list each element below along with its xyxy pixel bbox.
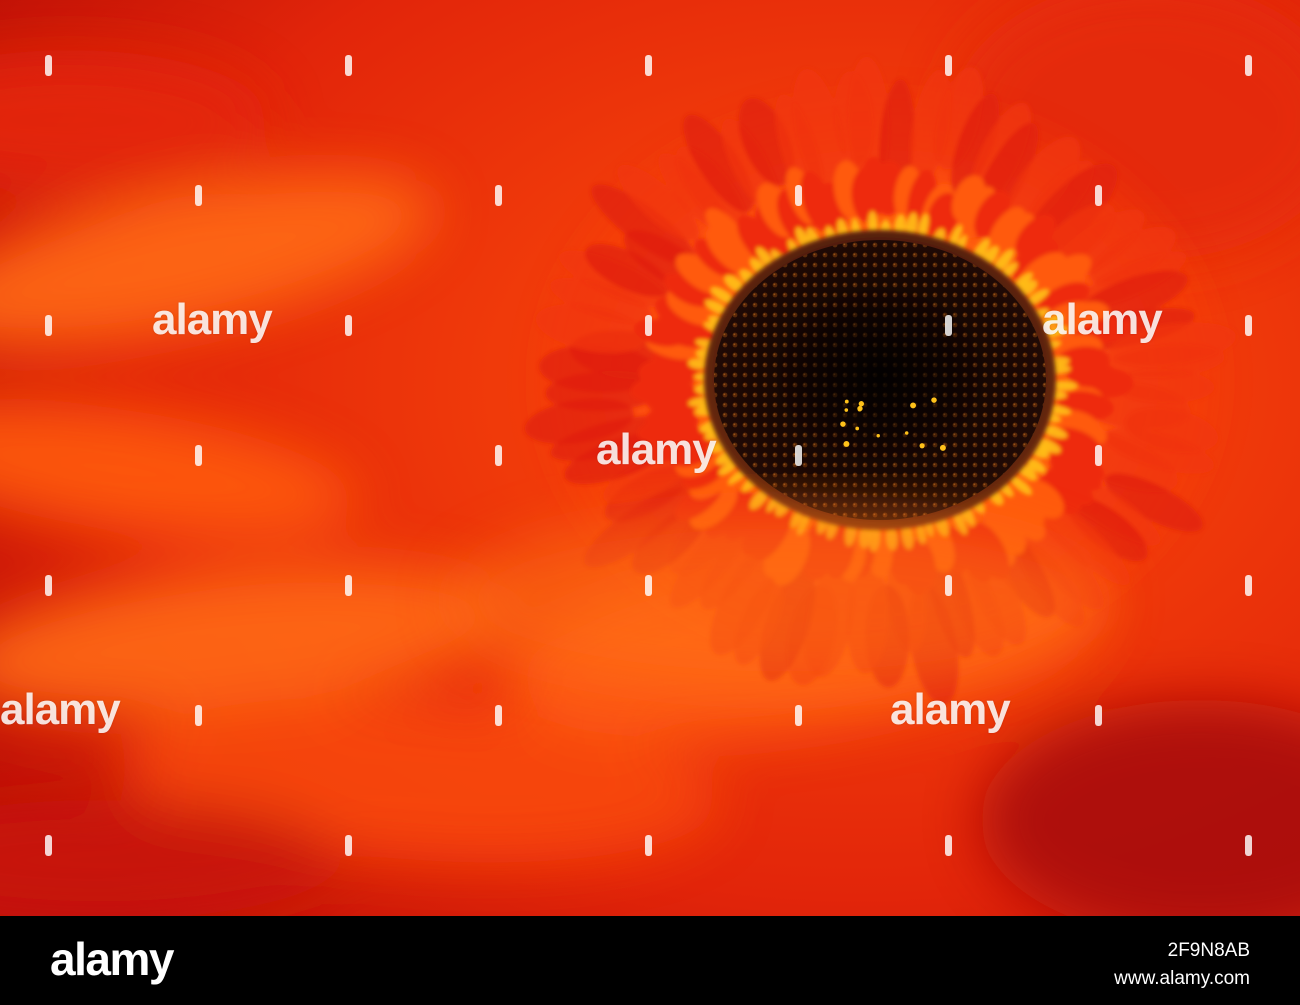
footer-bar: alamy 2F9N8AB www.alamy.com <box>0 916 1300 1005</box>
image-id: 2F9N8AB <box>1167 940 1250 961</box>
pollen-speck <box>876 434 880 438</box>
pollen-speck <box>931 397 937 403</box>
pollen-speck <box>904 431 909 435</box>
pollen-speck <box>844 408 849 412</box>
pollen-speck <box>840 421 846 427</box>
gerbera-image <box>0 0 1300 916</box>
pollen-speck <box>939 444 946 451</box>
pollen-speck <box>910 402 917 409</box>
pollen-speck <box>919 443 925 449</box>
pollen-speck <box>843 441 850 447</box>
site-url: www.alamy.com <box>1114 968 1250 989</box>
pollen-speck <box>858 401 865 407</box>
pollen-speck <box>855 426 860 431</box>
alamy-logo: alamy <box>50 933 174 985</box>
pollen-speck <box>844 399 849 404</box>
pollen-speck <box>857 405 863 412</box>
flower-photo <box>0 0 1300 916</box>
